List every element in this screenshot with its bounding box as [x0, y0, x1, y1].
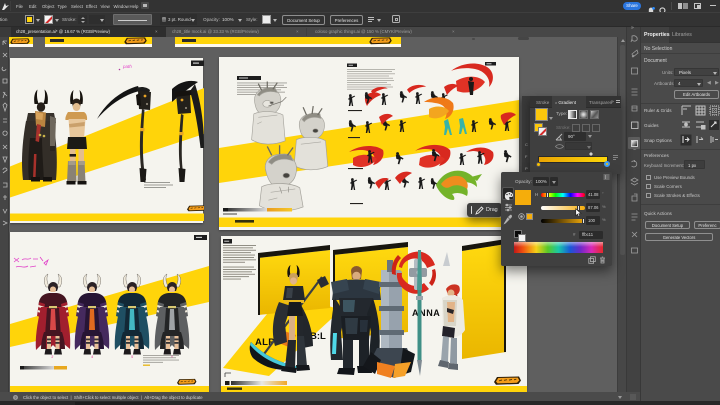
svg-text:3: 3: [51, 354, 54, 359]
svg-text:4: 4: [91, 354, 94, 359]
svg-text:ANNA: ANNA: [412, 308, 440, 318]
svg-text:path: path: [122, 64, 132, 69]
svg-text:6: 6: [171, 354, 174, 359]
svg-text:5: 5: [131, 354, 134, 359]
